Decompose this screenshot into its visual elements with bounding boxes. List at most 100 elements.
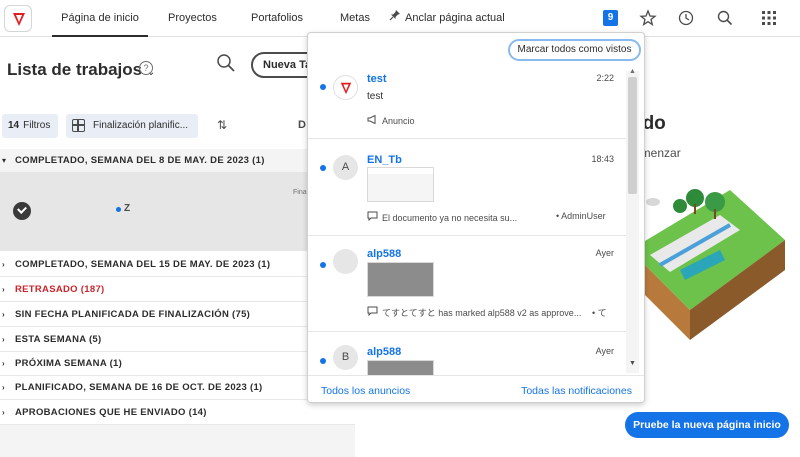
group-header[interactable]: › COMPLETADO, SEMANA DEL 15 DE MAY. DE 20… (0, 253, 355, 277)
column-hint: Fina (293, 189, 307, 196)
group-label: COMPLETADO, SEMANA DEL 8 DE MAY. DE 2023… (15, 155, 265, 166)
popover-footer: Todos los anuncios Todas las notificacio… (308, 375, 644, 402)
list-footer (0, 425, 355, 457)
comment-icon (367, 306, 378, 318)
search-icon[interactable] (216, 53, 236, 73)
scrollbar[interactable]: ▲ ▼ (626, 68, 639, 373)
notification-meta: てすとてすと has marked alp588 v2 as approve..… (367, 306, 581, 319)
chevron-right-icon: › (2, 285, 5, 294)
group-header[interactable]: › SIN FECHA PLANIFICADA DE FINALIZACIÓN (… (0, 303, 355, 327)
megaphone-icon (367, 114, 378, 126)
notification-user: • AdminUser (556, 211, 606, 221)
notification-text: test (367, 91, 384, 102)
document-thumbnail[interactable] (367, 262, 434, 297)
chevron-right-icon: › (2, 260, 5, 269)
group-header[interactable]: › PLANIFICADO, SEMANA DE 16 DE OCT. DE 20… (0, 376, 355, 400)
chevron-right-icon: › (2, 359, 5, 368)
notification-sender[interactable]: alp588 (367, 346, 401, 358)
unread-dot (320, 358, 326, 364)
group-label: APROBACIONES QUE HE ENVIADO (14) (15, 407, 207, 418)
scroll-down-icon[interactable]: ▼ (629, 360, 636, 367)
notification-sender[interactable]: EN_Tb (367, 154, 402, 166)
group-label: PLANIFICADO, SEMANA DE 16 DE OCT. DE 202… (15, 382, 263, 393)
notification-meta: Anuncio (367, 114, 415, 126)
tab-home[interactable]: Página de inicio (52, 0, 148, 37)
all-notifications-link[interactable]: Todas las notificaciones (521, 385, 632, 397)
avatar (333, 75, 358, 100)
chevron-right-icon: › (2, 383, 5, 392)
grouping-icon (72, 119, 85, 132)
chevron-right-icon: › (2, 335, 5, 344)
pin-page-label: Anclar página actual (405, 12, 505, 24)
history-icon[interactable] (677, 9, 695, 27)
complete-check-icon[interactable] (13, 202, 31, 220)
star-icon[interactable] (639, 9, 657, 27)
mark-all-seen-button[interactable]: Marcar todos como vistos (508, 39, 641, 61)
group-header[interactable]: ▾ COMPLETADO, SEMANA DEL 8 DE MAY. DE 202… (0, 149, 355, 173)
unread-dot (320, 262, 326, 268)
group-label: RETRASADO (187) (15, 284, 105, 295)
work-list-panel: Lista de trabajos ⌄ ? Nueva Ta 14 Filtros… (0, 37, 355, 457)
group-label: COMPLETADO, SEMANA DEL 15 DE MAY. DE 202… (15, 259, 271, 270)
unread-dot (320, 165, 326, 171)
sort-direction-icon[interactable]: ⇅ (217, 118, 227, 132)
workfront-logo-icon (13, 13, 25, 26)
group-header[interactable]: › ESTA SEMANA (5) (0, 328, 355, 352)
task-row[interactable]: Z Fina (0, 172, 355, 251)
notification-type: Anuncio (382, 116, 415, 126)
notification-item[interactable]: alp588 Ayer てすとてすと has marked alp588 v2 … (308, 236, 626, 332)
chevron-right-icon: › (2, 310, 5, 319)
notification-sender[interactable]: alp588 (367, 248, 401, 260)
chevron-right-icon: › (2, 408, 5, 417)
landscape-illustration (630, 189, 785, 340)
group-label: PRÓXIMA SEMANA (1) (15, 358, 123, 369)
sort-label: Finalización planific... (93, 120, 189, 131)
all-announcements-link[interactable]: Todos los anuncios (321, 385, 410, 397)
notification-sender[interactable]: test (367, 73, 387, 85)
notification-meta: El documento ya no necesita su... (367, 211, 517, 223)
help-icon[interactable]: ? (139, 61, 153, 75)
notification-count-badge[interactable]: 9 (603, 10, 618, 26)
try-new-home-button[interactable]: Pruebe la nueva página inicio (625, 412, 789, 438)
avatar: A (333, 155, 358, 180)
group-label: SIN FECHA PLANIFICADA DE FINALIZACIÓN (7… (15, 309, 251, 320)
notification-user: • て (592, 308, 607, 318)
group-header[interactable]: › APROBACIONES QUE HE ENVIADO (14) (0, 401, 355, 425)
notification-comment: El documento ya no necesita su... (382, 213, 518, 223)
notification-time: 18:43 (591, 154, 614, 164)
popover-header: Marcar todos como vistos (308, 33, 644, 61)
notifications-popover: Marcar todos como vistos test 2:22 test … (307, 32, 645, 403)
notification-comment: てすとてすと has marked alp588 v2 as approve..… (382, 308, 582, 318)
group-header[interactable]: › RETRASADO (187) (0, 278, 355, 302)
sort-select[interactable]: Finalización planific... (66, 114, 198, 138)
unread-dot (116, 207, 121, 212)
scrollbar-thumb[interactable] (628, 77, 637, 194)
column-header: D (298, 119, 306, 131)
app-logo[interactable] (4, 5, 32, 32)
filters-count: 14 (8, 120, 20, 131)
filters-label: Filtros (23, 120, 51, 131)
notification-item[interactable]: A EN_Tb 18:43 El documento ya no necesit… (308, 139, 626, 236)
group-label: ESTA SEMANA (5) (15, 334, 102, 345)
tab-portfolios[interactable]: Portafolios (251, 0, 303, 37)
app-grid-icon[interactable] (760, 9, 778, 27)
notification-time: 2:22 (596, 73, 614, 83)
notification-time: Ayer (595, 346, 614, 356)
comment-icon (367, 211, 378, 223)
notification-item[interactable]: test 2:22 test Anuncio (308, 61, 626, 139)
avatar (333, 249, 358, 274)
work-list-title-text: Lista de trabajos (7, 60, 143, 79)
work-list-title[interactable]: Lista de trabajos ⌄ (7, 60, 155, 80)
document-thumbnail[interactable] (367, 167, 434, 202)
group-header[interactable]: › PRÓXIMA SEMANA (1) (0, 352, 355, 376)
chevron-down-icon: ▾ (2, 156, 7, 165)
avatar: B (333, 345, 358, 370)
filters-button[interactable]: 14 Filtros (2, 114, 58, 138)
scroll-up-icon[interactable]: ▲ (629, 68, 636, 75)
task-name: Z (124, 203, 131, 214)
notification-time: Ayer (595, 248, 614, 258)
workfront-logo-icon (340, 82, 351, 95)
unread-dot (320, 84, 326, 90)
tab-projects[interactable]: Proyectos (168, 0, 217, 37)
search-icon[interactable] (716, 9, 734, 27)
